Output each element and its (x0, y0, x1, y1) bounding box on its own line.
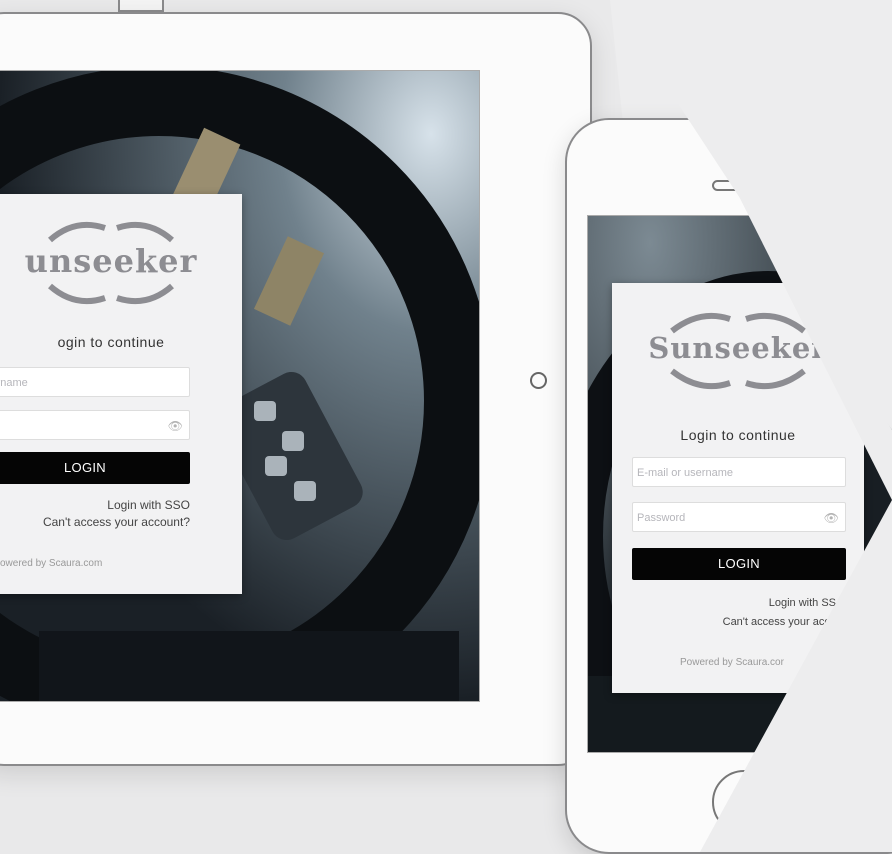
username-input[interactable]: sername (0, 367, 190, 397)
account-help-link[interactable]: Can't access your account? (43, 515, 190, 529)
account-help-link[interactable]: Can't access your acco (723, 616, 836, 628)
laurel-bottom-icon (48, 283, 174, 304)
phone-login-card: Sunseeker Login to continue E-mail or us… (612, 283, 864, 693)
username-placeholder: E-mail or username (637, 467, 733, 479)
tablet-home-button[interactable] (530, 372, 547, 389)
username-input[interactable]: E-mail or username (632, 457, 846, 487)
phone-speaker (712, 180, 756, 191)
password-placeholder: Password (637, 512, 686, 524)
phone-home-button[interactable] (712, 770, 776, 834)
username-placeholder: sername (0, 377, 28, 389)
password-input[interactable]: Password 👁 (632, 502, 846, 532)
laurel-top-icon (48, 222, 174, 243)
password-input[interactable]: 👁 (0, 410, 190, 440)
eye-icon[interactable]: 👁 (168, 411, 183, 441)
sso-link[interactable]: Login with SS (769, 597, 836, 609)
login-button[interactable]: LOGIN (0, 452, 190, 484)
brand-logo: unseeker (24, 242, 198, 280)
sso-link[interactable]: Login with SSO (107, 498, 190, 512)
powered-by-text: Powered by Scaura.cor (680, 657, 784, 668)
powered-by-text: owered by Scaura.com (0, 558, 103, 569)
login-heading: Login to continue (680, 427, 796, 443)
login-button[interactable]: LOGIN (632, 548, 846, 580)
tablet-login-card: unseeker ogin to continue sername 👁 LOGI… (0, 194, 242, 594)
login-heading: ogin to continue (57, 334, 165, 350)
device-stub (118, 0, 164, 12)
brand-logo: Sunseeker (648, 331, 828, 365)
laurel-bottom-icon (670, 368, 806, 390)
eye-icon[interactable]: 👁 (824, 503, 839, 533)
